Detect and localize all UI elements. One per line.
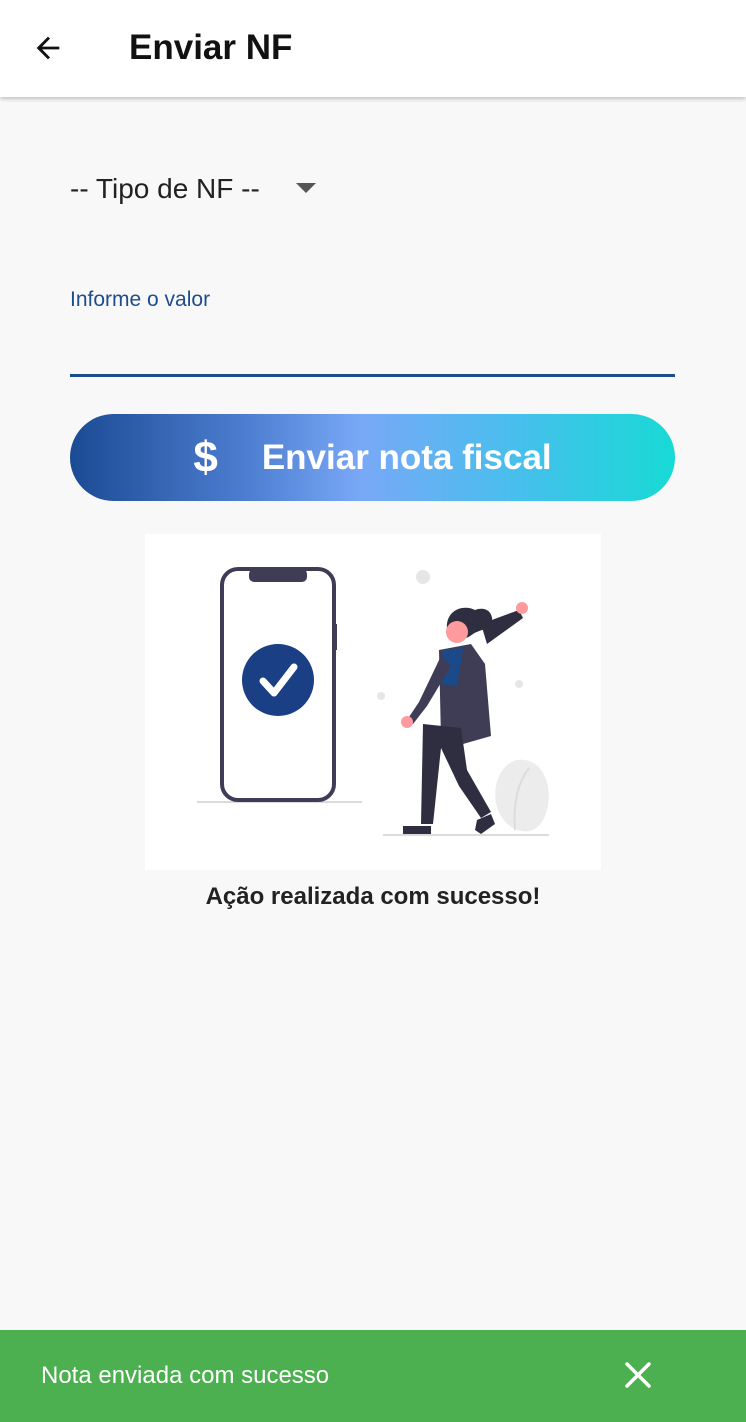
value-field-label: Informe o valor (70, 288, 211, 311)
nf-type-selected-value: -- Tipo de NF -- (70, 173, 260, 204)
snackbar-message: Nota enviada com sucesso (41, 1362, 330, 1389)
caret-down-icon (295, 183, 316, 195)
value-input[interactable] (70, 318, 675, 377)
arrow-left-icon (36, 36, 60, 60)
nf-type-dropdown[interactable]: -- Tipo de NF -- (70, 166, 316, 212)
page-title: Enviar NF (129, 28, 293, 67)
back-button[interactable] (26, 26, 70, 70)
send-invoice-button[interactable]: $ Enviar nota fiscal (70, 414, 675, 501)
success-message: Ação realizada com sucesso! (205, 883, 541, 910)
send-invoice-label: Enviar nota fiscal (261, 437, 552, 477)
app-bar: Enviar NF (0, 0, 746, 97)
close-icon[interactable] (620, 1357, 656, 1393)
dollar-icon: $ (193, 432, 218, 482)
success-illustration (145, 534, 601, 870)
